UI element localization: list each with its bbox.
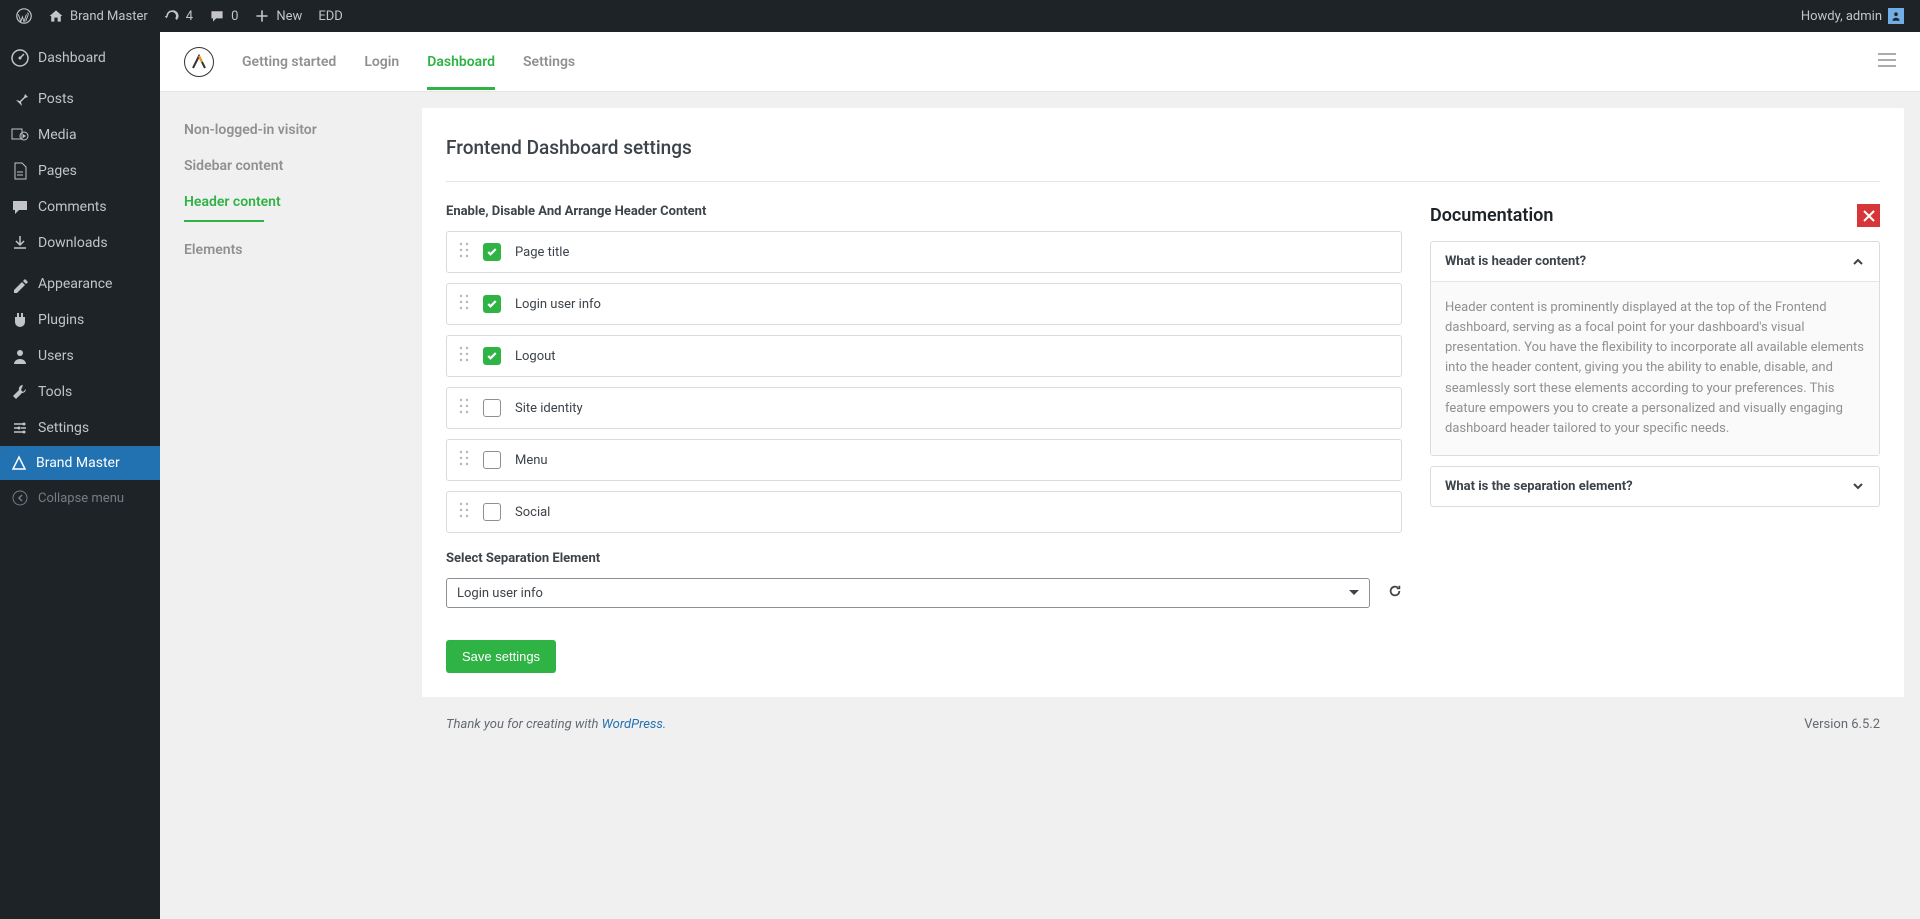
pin-icon (10, 89, 30, 109)
checkbox[interactable] (483, 399, 501, 417)
updates-link[interactable]: 4 (156, 0, 201, 32)
collapse-menu[interactable]: Collapse menu (0, 480, 160, 516)
update-icon (164, 8, 180, 24)
collapse-icon (10, 488, 30, 508)
tools-icon (10, 382, 30, 402)
item-label: Login user info (515, 297, 601, 312)
drag-handle-icon[interactable] (459, 398, 469, 418)
drag-handle-icon[interactable] (459, 502, 469, 522)
close-icon (1863, 210, 1875, 222)
sidebar-item-media[interactable]: Media (0, 117, 160, 153)
item-label: Site identity (515, 401, 583, 416)
admin-sidebar: Dashboard Posts Media Pages Comments Dow… (0, 32, 160, 919)
sidebar-item-tools[interactable]: Tools (0, 374, 160, 410)
site-name-link[interactable]: Brand Master (40, 0, 156, 32)
checkbox[interactable] (483, 503, 501, 521)
sidebar-item-pages[interactable]: Pages (0, 153, 160, 189)
sidebar-item-brandmaster[interactable]: Brand Master (0, 446, 160, 480)
plus-icon (254, 8, 270, 24)
tab-settings[interactable]: Settings (523, 34, 575, 90)
download-icon (10, 233, 30, 253)
comment-icon (209, 8, 225, 24)
sidebar-item-posts[interactable]: Posts (0, 81, 160, 117)
sidebar-item-plugins[interactable]: Plugins (0, 302, 160, 338)
separation-select[interactable]: Login user info (446, 578, 1370, 608)
brandmaster-icon (10, 454, 28, 472)
home-icon (48, 8, 64, 24)
drag-handle-icon[interactable] (459, 242, 469, 262)
close-documentation[interactable] (1857, 204, 1880, 227)
accordion-header[interactable]: What is the separation element? (1431, 467, 1879, 506)
comments-link[interactable]: 0 (201, 0, 246, 32)
item-label: Menu (515, 453, 548, 468)
save-button[interactable]: Save settings (446, 640, 556, 673)
sortable-item[interactable]: Menu (446, 439, 1402, 481)
version-text: Version 6.5.2 (1804, 717, 1880, 732)
wp-logo[interactable] (8, 0, 40, 32)
accordion-item: What is header content? Header content i… (1430, 241, 1880, 456)
pages-icon (10, 161, 30, 181)
accordion-item: What is the separation element? (1430, 466, 1880, 507)
sortable-item[interactable]: Logout (446, 335, 1402, 377)
settings-icon (10, 418, 30, 438)
section-separation: Select Separation Element (446, 551, 1402, 566)
subtab-visitor[interactable]: Non-logged-in visitor (160, 112, 422, 148)
accordion-header[interactable]: What is header content? (1431, 242, 1879, 281)
subtab-header-content[interactable]: Header content (160, 184, 422, 232)
reset-icon (1388, 584, 1402, 598)
media-icon (10, 125, 30, 145)
howdy-link[interactable]: Howdy, admin (1793, 0, 1912, 32)
new-link[interactable]: New (246, 0, 310, 32)
drag-handle-icon[interactable] (459, 294, 469, 314)
item-label: Social (515, 505, 550, 520)
checkbox[interactable] (483, 451, 501, 469)
item-label: Page title (515, 245, 569, 260)
sidebar-item-users[interactable]: Users (0, 338, 160, 374)
sidebar-item-settings[interactable]: Settings (0, 410, 160, 446)
chevron-down-icon (1851, 479, 1865, 493)
reset-button[interactable] (1388, 584, 1402, 602)
checkbox[interactable] (483, 347, 501, 365)
sub-sidebar: Non-logged-in visitor Sidebar content He… (160, 92, 422, 919)
hamburger-icon (1878, 53, 1896, 67)
drag-handle-icon[interactable] (459, 450, 469, 470)
sidebar-item-dashboard[interactable]: Dashboard (0, 40, 160, 76)
accordion-body: Header content is prominently displayed … (1431, 281, 1879, 455)
edd-link[interactable]: EDD (310, 0, 350, 32)
sortable-item[interactable]: Page title (446, 231, 1402, 273)
tab-getting-started[interactable]: Getting started (242, 34, 336, 90)
wordpress-link[interactable]: WordPress (602, 717, 663, 732)
plugin-header: Getting started Login Dashboard Settings (160, 32, 1920, 92)
comment-icon (10, 197, 30, 217)
footer: Thank you for creating with WordPress. V… (422, 697, 1904, 752)
wordpress-icon (16, 8, 32, 24)
documentation-title: Documentation (1430, 205, 1553, 226)
plugin-icon (10, 310, 30, 330)
admin-bar: Brand Master 4 0 New EDD Howdy, admin (0, 0, 1920, 32)
subtab-sidebar-content[interactable]: Sidebar content (160, 148, 422, 184)
sortable-item[interactable]: Social (446, 491, 1402, 533)
sortable-item[interactable]: Login user info (446, 283, 1402, 325)
plugin-logo (184, 47, 214, 77)
tab-dashboard[interactable]: Dashboard (427, 34, 495, 90)
section-header-content: Enable, Disable And Arrange Header Conte… (446, 204, 1402, 219)
menu-toggle[interactable] (1878, 53, 1896, 71)
appearance-icon (10, 274, 30, 294)
chevron-up-icon (1851, 255, 1865, 269)
dashboard-icon (10, 48, 30, 68)
subtab-elements[interactable]: Elements (160, 232, 422, 268)
avatar-icon (1888, 8, 1904, 24)
sidebar-item-downloads[interactable]: Downloads (0, 225, 160, 261)
settings-panel: Frontend Dashboard settings Enable, Disa… (422, 108, 1904, 697)
drag-handle-icon[interactable] (459, 346, 469, 366)
page-title: Frontend Dashboard settings (446, 132, 1880, 182)
users-icon (10, 346, 30, 366)
checkbox[interactable] (483, 243, 501, 261)
sidebar-item-appearance[interactable]: Appearance (0, 266, 160, 302)
checkbox[interactable] (483, 295, 501, 313)
tab-login[interactable]: Login (364, 34, 399, 90)
item-label: Logout (515, 349, 556, 364)
sortable-item[interactable]: Site identity (446, 387, 1402, 429)
sidebar-item-comments[interactable]: Comments (0, 189, 160, 225)
